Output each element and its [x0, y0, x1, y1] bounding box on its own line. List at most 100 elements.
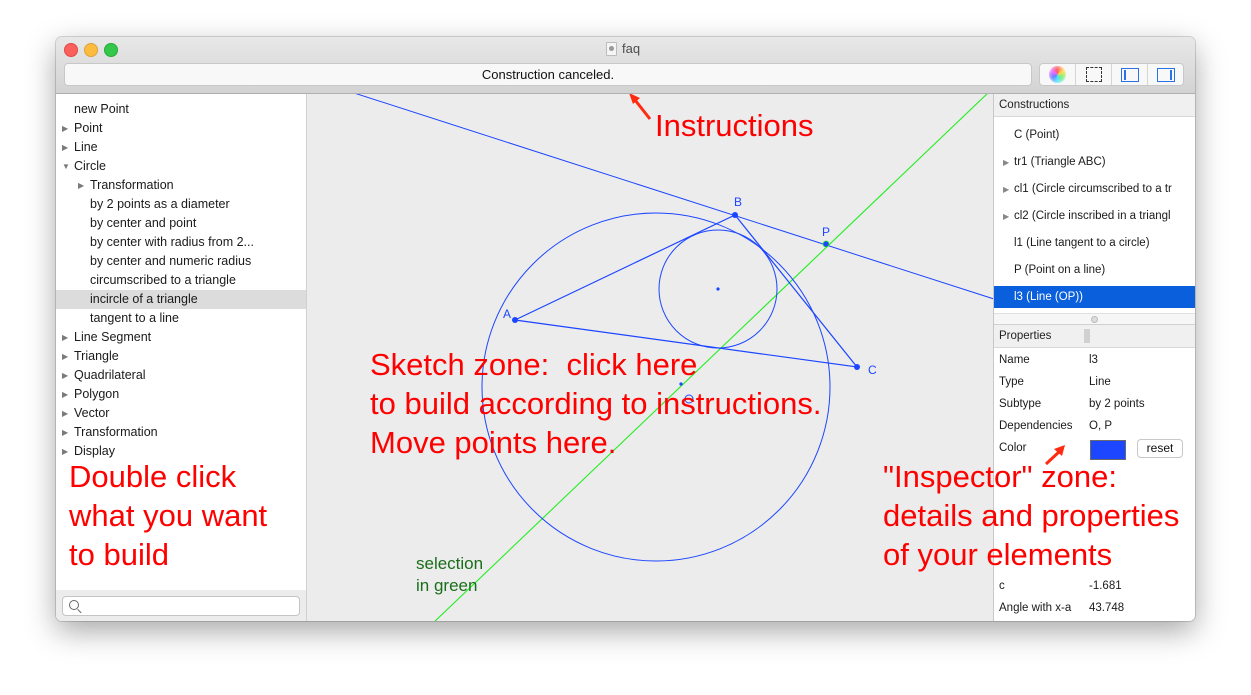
properties-header-label: Properties — [999, 330, 1052, 342]
sidebar-item-label: by 2 points as a diameter — [90, 197, 230, 211]
construction-label: l3 (Line (OP)) — [1014, 291, 1084, 303]
sidebar-item-label: incircle of a triangle — [90, 292, 198, 306]
split-view-handle[interactable] — [994, 313, 1195, 325]
toggle-left-panel-button[interactable] — [1112, 64, 1148, 85]
constructions-header-label: Constructions — [999, 99, 1070, 111]
selection-rect-icon — [1085, 67, 1102, 82]
sidebar-item-label: Triangle — [74, 349, 119, 363]
label-B: B — [734, 195, 742, 209]
sidebar-item-label: by center and point — [90, 216, 197, 230]
sidebar-item[interactable]: ▼ Circle — [56, 157, 306, 176]
sidebar-item-label: tangent to a line — [90, 311, 179, 325]
disclosure-collapsed-icon[interactable]: ▶ — [62, 366, 68, 385]
reset-color-button[interactable]: reset — [1137, 439, 1183, 458]
app-window: faq Construction canceled. new Point ▶ Poi… — [56, 37, 1195, 621]
toolbar-buttons — [1039, 63, 1184, 86]
constructions-header: Constructions — [994, 94, 1195, 117]
color-wheel-icon — [1049, 66, 1066, 83]
close-button[interactable] — [64, 43, 78, 57]
sidebar-item-label: Transformation — [90, 178, 174, 192]
sketch-zone-annotation: Sketch zone: click here to build accordi… — [370, 347, 822, 460]
property-value[interactable]: l3 — [1089, 349, 1098, 371]
window-title-text: faq — [622, 41, 641, 56]
incenter-point[interactable] — [716, 287, 720, 291]
point-C[interactable] — [854, 364, 860, 370]
sidebar-item-label: Polygon — [74, 387, 120, 401]
disclosure-collapsed-icon[interactable]: ▶ — [62, 347, 68, 366]
construction-item[interactable]: P (Point on a line) — [994, 259, 1195, 281]
construction-item[interactable]: l3 (Line (OP)) — [994, 286, 1195, 308]
property-row: Type Line — [994, 371, 1195, 393]
disclosure-collapsed-icon[interactable]: ▶ — [1003, 152, 1009, 173]
sidebar-item[interactable]: ▶ Vector — [56, 404, 306, 423]
property-row: Subtype by 2 points — [994, 393, 1195, 415]
construction-item[interactable]: C (Point) — [994, 124, 1195, 146]
point-B[interactable] — [732, 212, 738, 218]
property-key: Color — [999, 442, 1027, 454]
sidebar-item-label: Transformation — [74, 425, 158, 439]
construction-item[interactable]: ▶ tr1 (Triangle ABC) — [994, 151, 1195, 173]
toggle-right-panel-button[interactable] — [1148, 64, 1183, 85]
sidebar-item[interactable]: ▶ Polygon — [56, 385, 306, 404]
header-divider — [1084, 329, 1090, 343]
disclosure-collapsed-icon[interactable]: ▶ — [62, 423, 68, 442]
sidebar-item[interactable]: ▶ Line Segment — [56, 328, 306, 347]
sidebar-item[interactable]: tangent to a line — [56, 309, 306, 328]
disclosure-collapsed-icon[interactable]: ▶ — [62, 119, 68, 138]
sidebar-item[interactable]: ▶ Quadrilateral — [56, 366, 306, 385]
property-value[interactable]: Line — [1089, 371, 1111, 393]
disclosure-collapsed-icon[interactable]: ▶ — [62, 404, 68, 423]
disclosure-collapsed-icon[interactable]: ▶ — [62, 138, 68, 157]
zoom-button[interactable] — [104, 43, 118, 57]
disclosure-collapsed-icon[interactable]: ▶ — [62, 442, 68, 461]
sidebar-item[interactable]: ▶ Transformation — [56, 176, 306, 195]
property-row: Name l3 — [994, 349, 1195, 371]
point-A[interactable] — [512, 317, 518, 323]
toggle-right-panel-icon — [1156, 67, 1175, 82]
sidebar-item[interactable]: new Point — [56, 100, 306, 119]
sidebar-item-label: Point — [74, 121, 103, 135]
property-row: Dependencies O, P — [994, 415, 1195, 437]
sidebar-footer — [56, 590, 306, 621]
construction-item[interactable]: ▶ cl2 (Circle inscribed in a triangl — [994, 205, 1195, 227]
disclosure-expanded-icon[interactable]: ▼ — [62, 157, 70, 176]
minimize-button[interactable] — [84, 43, 98, 57]
instructions-annotation: Instructions — [655, 108, 814, 143]
construction-label: C (Point) — [1014, 129, 1060, 141]
property-row: Angle with x-a 43.748 — [994, 597, 1195, 619]
disclosure-collapsed-icon[interactable]: ▶ — [1003, 179, 1009, 200]
toggle-left-panel-icon — [1120, 67, 1139, 82]
sidebar-item[interactable]: ▶ Line — [56, 138, 306, 157]
titlebar: faq Construction canceled. — [56, 37, 1195, 94]
sidebar-item[interactable]: incircle of a triangle — [56, 290, 306, 309]
sidebar-item[interactable]: circumscribed to a triangle — [56, 271, 306, 290]
property-value[interactable]: 43.748 — [1089, 597, 1124, 619]
disclosure-collapsed-icon[interactable]: ▶ — [62, 385, 68, 404]
sidebar-item[interactable]: by 2 points as a diameter — [56, 195, 306, 214]
disclosure-collapsed-icon[interactable]: ▶ — [78, 176, 84, 195]
sidebar-item[interactable]: ▶ Triangle — [56, 347, 306, 366]
instructions-status: Construction canceled. — [64, 63, 1032, 86]
construction-item[interactable]: ▶ cl1 (Circle circumscribed to a tr — [994, 178, 1195, 200]
disclosure-collapsed-icon[interactable]: ▶ — [1003, 206, 1009, 227]
sidebar-item[interactable]: ▶ Point — [56, 119, 306, 138]
property-value[interactable]: by 2 points — [1089, 393, 1145, 415]
property-value[interactable]: O, P — [1089, 415, 1112, 437]
sidebar-item[interactable]: ▶ Transformation — [56, 423, 306, 442]
sidebar-item-label: Line Segment — [74, 330, 152, 344]
point-P[interactable] — [822, 240, 830, 248]
sidebar-item[interactable]: by center with radius from 2... — [56, 233, 306, 252]
color-button[interactable] — [1040, 64, 1076, 85]
search-input[interactable] — [62, 596, 300, 616]
sidebar-item-label: new Point — [74, 102, 129, 116]
sidebar-item-label: Line — [74, 140, 98, 154]
selection-button[interactable] — [1076, 64, 1112, 85]
disclosure-collapsed-icon[interactable]: ▶ — [62, 328, 68, 347]
properties-header: Properties — [994, 325, 1195, 348]
construction-item[interactable]: l1 (Line tangent to a circle) — [994, 232, 1195, 254]
property-value[interactable]: -1.681 — [1089, 575, 1122, 597]
property-key: Subtype — [999, 398, 1042, 410]
document-icon — [606, 41, 617, 56]
sidebar-item[interactable]: by center and numeric radius — [56, 252, 306, 271]
sidebar-item[interactable]: by center and point — [56, 214, 306, 233]
